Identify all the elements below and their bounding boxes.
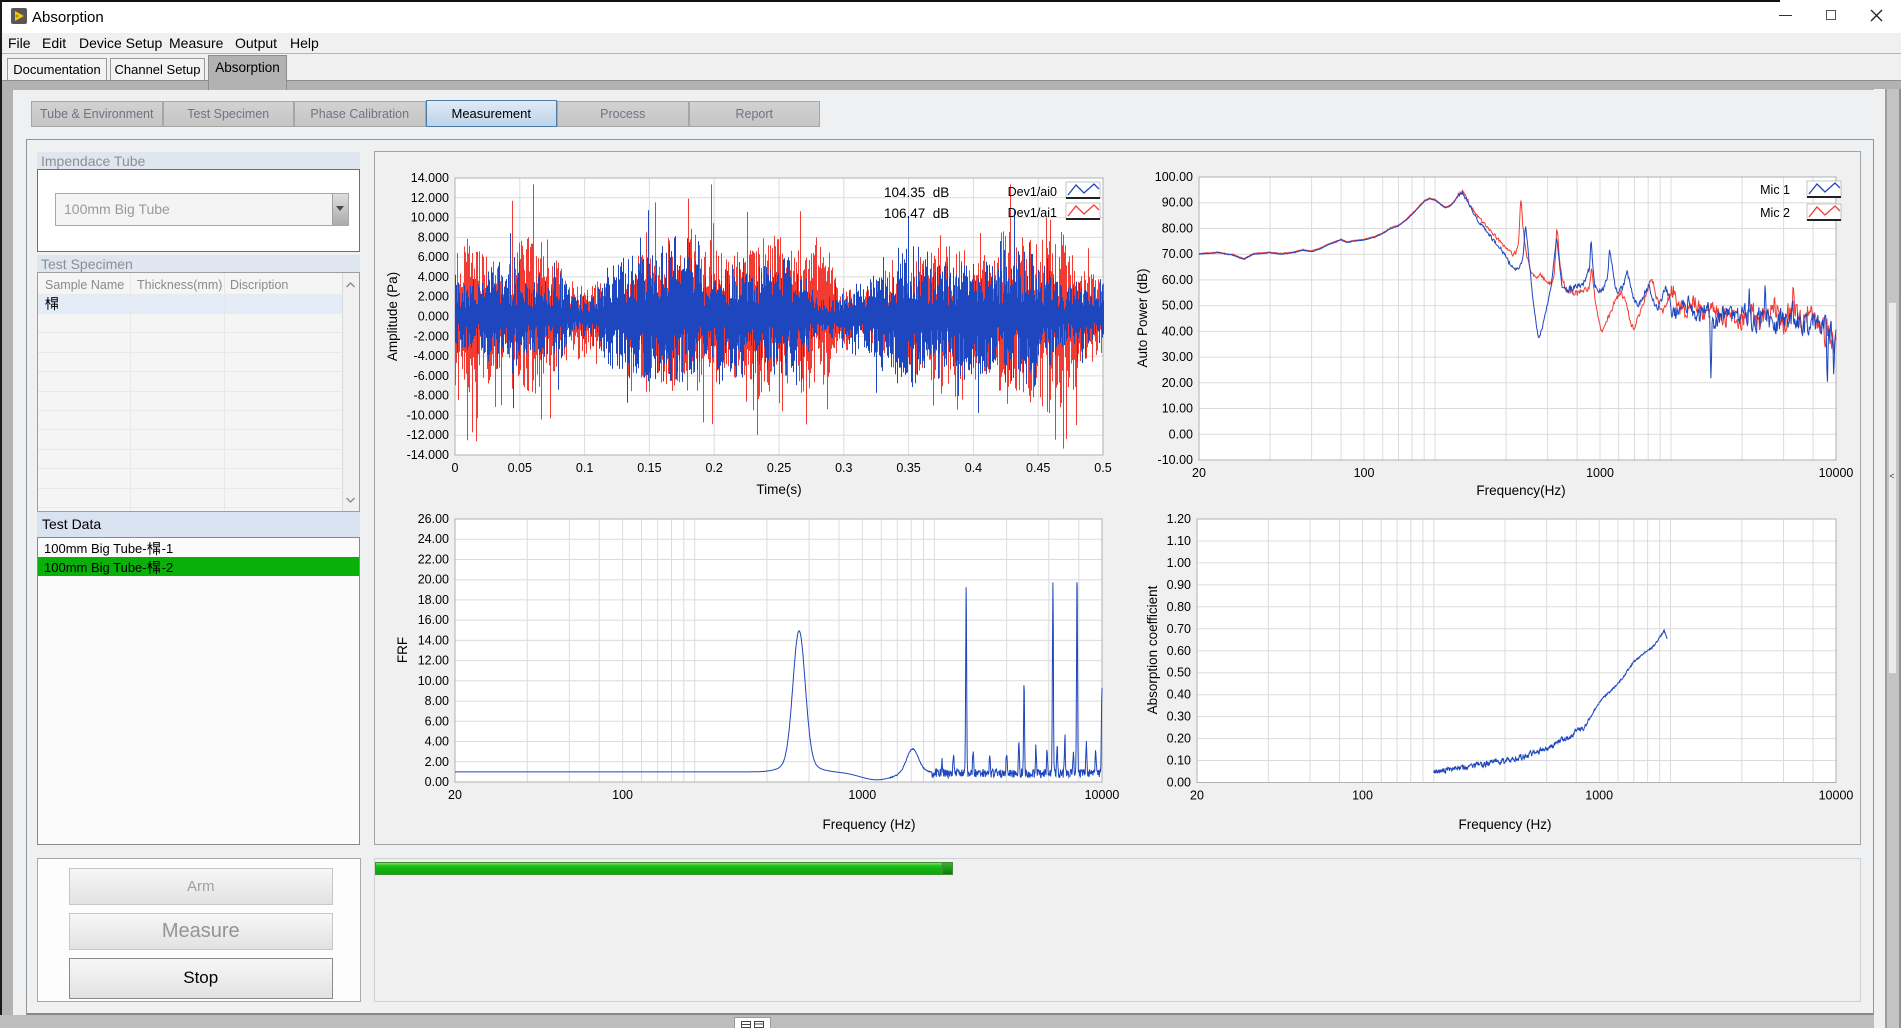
svg-text:10.00: 10.00 bbox=[418, 674, 449, 688]
svg-text:-12.000: -12.000 bbox=[407, 428, 449, 442]
svg-text:10.000: 10.000 bbox=[411, 211, 449, 225]
svg-text:100.00: 100.00 bbox=[1155, 170, 1193, 184]
svg-text:0.5: 0.5 bbox=[1094, 461, 1111, 475]
svg-text:40.00: 40.00 bbox=[1162, 324, 1193, 338]
svg-text:0.15: 0.15 bbox=[637, 461, 661, 475]
svg-text:10000: 10000 bbox=[1085, 788, 1120, 802]
svg-text:-4.000: -4.000 bbox=[414, 349, 449, 363]
svg-text:0.1: 0.1 bbox=[576, 461, 593, 475]
svg-text:-14.000: -14.000 bbox=[407, 448, 449, 462]
svg-text:0.40: 0.40 bbox=[1167, 688, 1191, 702]
svg-text:Amplitude (Pa): Amplitude (Pa) bbox=[385, 272, 400, 361]
svg-text:0.00: 0.00 bbox=[1169, 427, 1193, 441]
svg-text:0.60: 0.60 bbox=[1167, 644, 1191, 658]
svg-text:30.00: 30.00 bbox=[1162, 350, 1193, 364]
svg-text:-10.00: -10.00 bbox=[1158, 453, 1193, 467]
svg-text:Frequency(Hz): Frequency(Hz) bbox=[1476, 483, 1565, 498]
svg-text:20: 20 bbox=[448, 788, 462, 802]
svg-text:0.05: 0.05 bbox=[508, 461, 532, 475]
svg-text:Absorption coefficient: Absorption coefficient bbox=[1145, 585, 1160, 714]
svg-text:1000: 1000 bbox=[848, 788, 876, 802]
svg-text:Dev1/ai1: Dev1/ai1 bbox=[1008, 206, 1057, 220]
svg-text:Frequency (Hz): Frequency (Hz) bbox=[1458, 817, 1551, 832]
svg-text:60.00: 60.00 bbox=[1162, 273, 1193, 287]
svg-text:70.00: 70.00 bbox=[1162, 247, 1193, 261]
svg-text:12.00: 12.00 bbox=[418, 654, 449, 668]
svg-text:0.50: 0.50 bbox=[1167, 666, 1191, 680]
svg-text:1.20: 1.20 bbox=[1167, 512, 1191, 526]
svg-text:1000: 1000 bbox=[1585, 789, 1613, 803]
svg-text:Mic 1: Mic 1 bbox=[1760, 183, 1790, 197]
svg-text:0.35: 0.35 bbox=[896, 461, 920, 475]
svg-text:26.00: 26.00 bbox=[418, 512, 449, 526]
svg-text:0.00: 0.00 bbox=[1167, 776, 1191, 790]
svg-text:0.000: 0.000 bbox=[418, 310, 449, 324]
svg-text:22.00: 22.00 bbox=[418, 553, 449, 567]
svg-text:0.00: 0.00 bbox=[425, 775, 449, 789]
svg-text:0.90: 0.90 bbox=[1167, 578, 1191, 592]
svg-text:1000: 1000 bbox=[1586, 466, 1614, 480]
svg-text:6.000: 6.000 bbox=[418, 250, 449, 264]
svg-text:16.00: 16.00 bbox=[418, 613, 449, 627]
svg-text:100: 100 bbox=[1352, 789, 1373, 803]
svg-text:6.00: 6.00 bbox=[425, 714, 449, 728]
svg-text:20.00: 20.00 bbox=[1162, 376, 1193, 390]
svg-text:100: 100 bbox=[1354, 466, 1375, 480]
svg-text:20.00: 20.00 bbox=[418, 573, 449, 587]
svg-text:8.000: 8.000 bbox=[418, 230, 449, 244]
svg-text:2.000: 2.000 bbox=[418, 290, 449, 304]
svg-text:0.4: 0.4 bbox=[965, 461, 982, 475]
svg-text:0.25: 0.25 bbox=[767, 461, 791, 475]
svg-text:90.00: 90.00 bbox=[1162, 196, 1193, 210]
svg-text:80.00: 80.00 bbox=[1162, 222, 1193, 236]
svg-text:1.00: 1.00 bbox=[1167, 556, 1191, 570]
svg-text:Mic 2: Mic 2 bbox=[1760, 206, 1790, 220]
svg-text:14.000: 14.000 bbox=[411, 171, 449, 185]
svg-text:20: 20 bbox=[1192, 466, 1206, 480]
svg-text:0: 0 bbox=[452, 461, 459, 475]
svg-text:-6.000: -6.000 bbox=[414, 369, 449, 383]
svg-text:0.3: 0.3 bbox=[835, 461, 852, 475]
svg-text:8.00: 8.00 bbox=[425, 694, 449, 708]
svg-text:4.00: 4.00 bbox=[425, 735, 449, 749]
svg-text:50.00: 50.00 bbox=[1162, 299, 1193, 313]
svg-text:24.00: 24.00 bbox=[418, 532, 449, 546]
svg-text:0.70: 0.70 bbox=[1167, 622, 1191, 636]
svg-text:0.45: 0.45 bbox=[1026, 461, 1050, 475]
svg-text:FRF: FRF bbox=[395, 637, 410, 663]
svg-text:104.35 dB: 104.35 dB bbox=[884, 185, 949, 200]
svg-text:Frequency (Hz): Frequency (Hz) bbox=[822, 817, 915, 832]
svg-text:-10.000: -10.000 bbox=[407, 408, 449, 422]
svg-text:4.000: 4.000 bbox=[418, 270, 449, 284]
svg-text:1.10: 1.10 bbox=[1167, 534, 1191, 548]
svg-text:-2.000: -2.000 bbox=[414, 329, 449, 343]
svg-text:-8.000: -8.000 bbox=[414, 389, 449, 403]
svg-text:10000: 10000 bbox=[1819, 789, 1854, 803]
svg-text:12.000: 12.000 bbox=[411, 191, 449, 205]
svg-text:0.30: 0.30 bbox=[1167, 710, 1191, 724]
svg-text:10.00: 10.00 bbox=[1162, 402, 1193, 416]
svg-text:0.80: 0.80 bbox=[1167, 600, 1191, 614]
svg-text:Time(s): Time(s) bbox=[756, 482, 801, 497]
svg-text:0.10: 0.10 bbox=[1167, 754, 1191, 768]
svg-text:14.00: 14.00 bbox=[418, 633, 449, 647]
svg-text:Dev1/ai0: Dev1/ai0 bbox=[1008, 185, 1057, 199]
svg-text:100: 100 bbox=[612, 788, 633, 802]
svg-text:20: 20 bbox=[1190, 789, 1204, 803]
svg-text:0.2: 0.2 bbox=[706, 461, 723, 475]
svg-text:0.20: 0.20 bbox=[1167, 732, 1191, 746]
svg-text:18.00: 18.00 bbox=[418, 593, 449, 607]
svg-text:2.00: 2.00 bbox=[425, 755, 449, 769]
svg-text:Auto Power (dB): Auto Power (dB) bbox=[1135, 268, 1150, 367]
svg-text:106.47 dB: 106.47 dB bbox=[884, 206, 949, 221]
svg-text:10000: 10000 bbox=[1819, 466, 1854, 480]
